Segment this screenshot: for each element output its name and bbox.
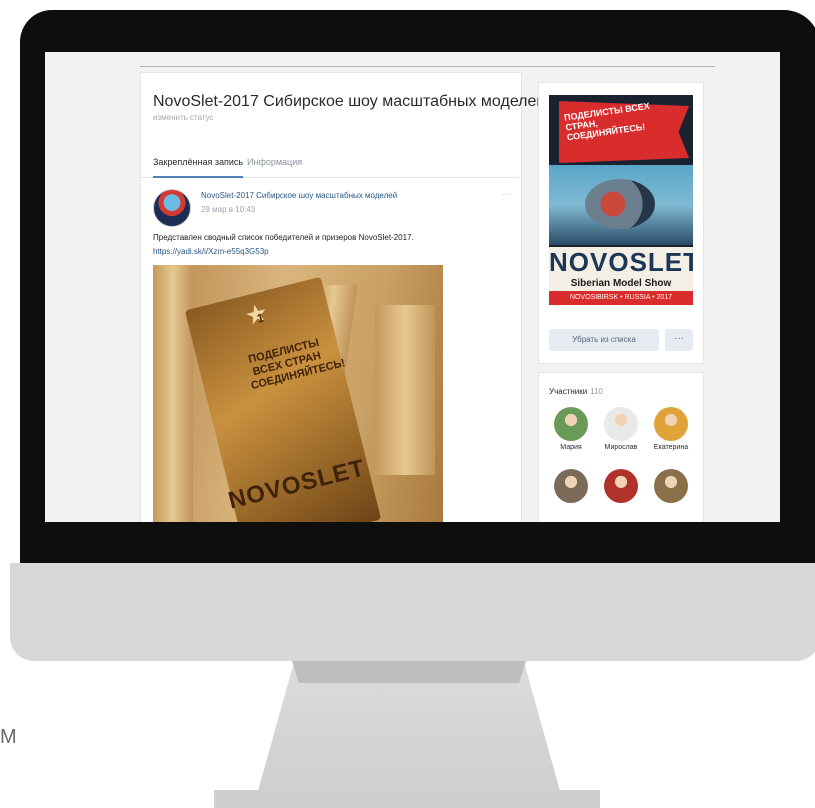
- members-card: Участники 110 Мария Мирослав Екатерина: [538, 372, 704, 522]
- members-label: Участники: [549, 387, 588, 396]
- tab-information[interactable]: Информация: [247, 157, 302, 167]
- member-avatar: [604, 407, 638, 441]
- group-poster[interactable]: ПОДЕЛИСТЫ ВСЕХ СТРАН, СОЕДИНЯЙТЕСЬ! NOVO…: [549, 95, 693, 305]
- member-avatar: [554, 469, 588, 503]
- wood-plank: [375, 305, 435, 475]
- member-item[interactable]: [547, 469, 595, 503]
- post-author-link[interactable]: NovoSlet-2017 Сибирское шоу масштабных м…: [201, 191, 397, 200]
- post-text: Представлен сводный список победителей и…: [153, 233, 414, 242]
- group-avatar-card: ПОДЕЛИСТЫ ВСЕХ СТРАН, СОЕДИНЯЙТЕСЬ! NOVO…: [538, 82, 704, 364]
- change-status-link[interactable]: изменить статус: [153, 113, 214, 122]
- member-avatar: [604, 469, 638, 503]
- poster-subtitle: Siberian Model Show: [549, 277, 693, 291]
- member-name: Екатерина: [653, 444, 689, 451]
- post-author-avatar[interactable]: [153, 189, 191, 227]
- monitor-screen: NovoSlet-2017 Сибирское шоу масштабных м…: [45, 52, 780, 522]
- member-item[interactable]: Мария: [547, 407, 595, 451]
- members-count: 110: [590, 387, 603, 396]
- more-actions-button[interactable]: ···: [665, 329, 693, 351]
- members-header[interactable]: Участники 110: [549, 387, 603, 396]
- post-photo[interactable]: ★ 1 ПОДЕЛИСТЫ ВСЕХ СТРАН СОЕДИНЯЙТЕСЬ! N…: [153, 265, 443, 522]
- post-link[interactable]: https://yadi.sk/i/Xzm-e55q3G53p: [153, 247, 269, 256]
- post-more-icon[interactable]: ···: [501, 189, 511, 200]
- group-title: NovoSlet-2017 Сибирское шоу масштабных м…: [153, 93, 546, 110]
- propeller-plane-icon: [585, 179, 655, 229]
- monitor-chin: [10, 563, 815, 661]
- caption-letter: M: [0, 726, 17, 748]
- post-date-link[interactable]: 29 мар в 10:43: [201, 205, 255, 214]
- poster-location-bar: NOVOSIBIRSK • RUSSIA • 2017: [549, 291, 693, 305]
- group-tabs: Закреплённая запись Информация: [141, 145, 519, 178]
- member-item[interactable]: [647, 469, 695, 503]
- member-item[interactable]: Екатерина: [647, 407, 695, 451]
- member-item[interactable]: Мирослав: [597, 407, 645, 451]
- monitor-stand-base: [214, 790, 600, 808]
- poster-brand: NOVOSLET: [549, 247, 693, 277]
- member-avatar: [654, 407, 688, 441]
- monitor-stand-shadow: [292, 661, 526, 683]
- member-avatar: [554, 407, 588, 441]
- tab-pinned-post[interactable]: Закреплённая запись: [153, 157, 244, 178]
- member-name: Мирослав: [604, 444, 638, 451]
- member-name: Мария: [560, 444, 582, 451]
- remove-from-list-button[interactable]: Убрать из списка: [549, 329, 659, 351]
- member-avatar: [654, 469, 688, 503]
- wood-plank: [153, 265, 193, 522]
- member-item[interactable]: [597, 469, 645, 503]
- page-top-border: [140, 66, 715, 67]
- group-main-column: NovoSlet-2017 Сибирское шоу масштабных м…: [140, 72, 545, 522]
